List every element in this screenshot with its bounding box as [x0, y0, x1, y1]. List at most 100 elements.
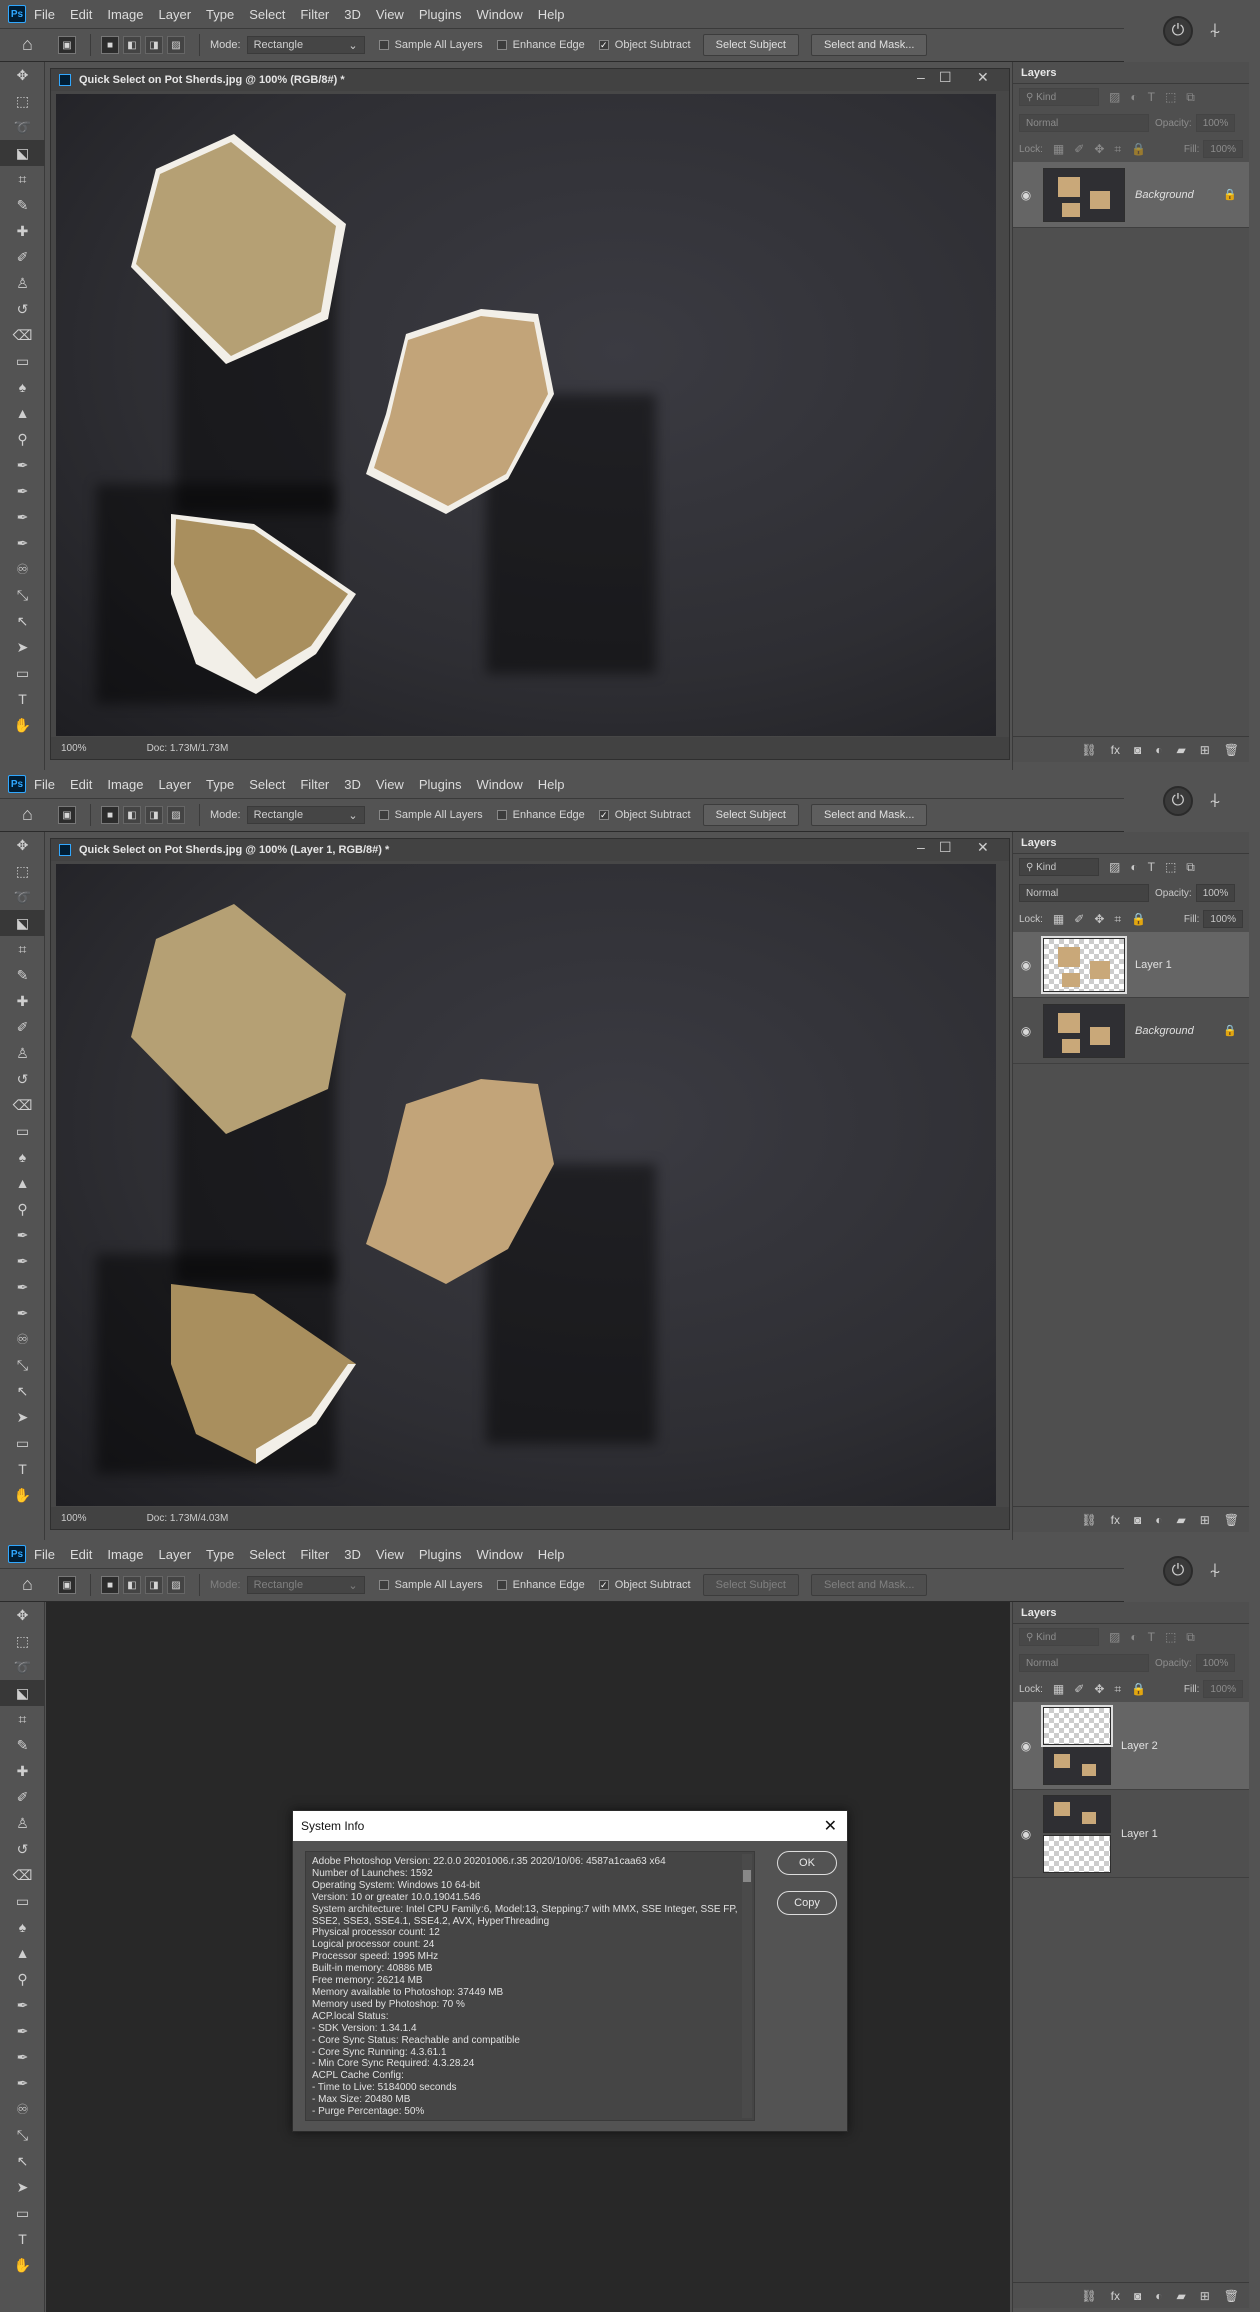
crop-tool-icon[interactable]: ⌗	[0, 936, 45, 962]
maximize-icon[interactable]: ☐	[939, 839, 952, 856]
sharpen-tool-icon[interactable]: ▲	[0, 1170, 45, 1196]
lasso-tool-icon[interactable]: ➰	[0, 884, 45, 910]
adjust-filter-icon[interactable]: ◐	[1130, 1630, 1137, 1644]
tool-preset-icon[interactable]: ▣	[58, 1576, 76, 1594]
lock-move-icon[interactable]: ✥	[1094, 1682, 1104, 1696]
rectangle-tool-icon[interactable]: ▭	[0, 660, 45, 686]
folder-icon[interactable]: ▰	[1176, 743, 1185, 757]
path-select-icon[interactable]: ⤡	[0, 1352, 45, 1378]
menu-view[interactable]: View	[376, 7, 404, 22]
opacity-field[interactable]: 100%	[1195, 884, 1236, 902]
sample-all-layers-checkbox[interactable]: Sample All Layers	[378, 39, 483, 51]
direct-select-icon[interactable]: ↖	[0, 1378, 45, 1404]
power-icon[interactable]: ⏻	[1163, 16, 1193, 46]
sharpen-tool-icon[interactable]: ▲	[0, 1940, 45, 1966]
adjust-filter-icon[interactable]: ◐	[1130, 90, 1137, 104]
lock-paint-icon[interactable]: ✐	[1074, 912, 1084, 926]
new-selection-icon[interactable]: ■	[101, 1576, 119, 1594]
image-filter-icon[interactable]: ▨	[1109, 1630, 1120, 1644]
intersect-selection-icon[interactable]: ▨	[167, 806, 185, 824]
image-filter-icon[interactable]: ▨	[1109, 90, 1120, 104]
pen-tool-icon[interactable]: ✒	[0, 452, 45, 478]
maximize-icon[interactable]: ☐	[939, 69, 952, 86]
stamp-tool-icon[interactable]: ♙	[0, 1040, 45, 1066]
select-subject-button[interactable]: Select Subject	[702, 1574, 799, 1596]
brush-tool-icon[interactable]: ✐	[0, 244, 45, 270]
fx-icon[interactable]: fx	[1111, 1513, 1120, 1527]
opacity-field[interactable]: 100%	[1195, 1654, 1236, 1672]
freeform-pen-icon[interactable]: ✒	[0, 1274, 45, 1300]
type-tool-icon[interactable]: T	[0, 2226, 45, 2252]
close-icon[interactable]: ✕	[977, 69, 989, 86]
menu-type[interactable]: Type	[206, 7, 234, 22]
menu-file[interactable]: File	[34, 1547, 55, 1562]
trash-icon[interactable]: 🗑	[1224, 1513, 1239, 1527]
fill-field[interactable]: 100%	[1203, 140, 1243, 158]
layer-row[interactable]: ◉ Layer 2	[1013, 1702, 1249, 1790]
path-select-icon[interactable]: ⤡	[0, 582, 45, 608]
arrow-tool-icon[interactable]: ➤	[0, 2174, 45, 2200]
visibility-eye-icon[interactable]: ◉	[1013, 1024, 1039, 1038]
add-selection-icon[interactable]: ◧	[123, 36, 141, 54]
lasso-tool-icon[interactable]: ➰	[0, 1654, 45, 1680]
pen-pressure-icon[interactable]: ⍭	[1209, 20, 1221, 43]
layers-tab[interactable]: Layers	[1013, 832, 1249, 854]
select-and-mask-button[interactable]: Select and Mask...	[810, 1574, 928, 1596]
crop-tool-icon[interactable]: ⌗	[0, 166, 45, 192]
menu-layer[interactable]: Layer	[159, 1547, 192, 1562]
opacity-field[interactable]: 100%	[1195, 114, 1236, 132]
dodge-tool-icon[interactable]: ⚲	[0, 1966, 45, 1992]
content-aware-move-icon[interactable]: ♾	[0, 1326, 45, 1352]
direct-select-icon[interactable]: ↖	[0, 2148, 45, 2174]
shape-filter-icon[interactable]: ⬚	[1165, 860, 1176, 874]
eyedropper-tool-icon[interactable]: ✎	[0, 962, 45, 988]
rectangle-tool-icon[interactable]: ▭	[0, 1430, 45, 1456]
smart-filter-icon[interactable]: ⧉	[1186, 1630, 1195, 1645]
new-selection-icon[interactable]: ■	[101, 806, 119, 824]
tool-preset-icon[interactable]: ▣	[58, 806, 76, 824]
menu-image[interactable]: Image	[107, 1547, 143, 1562]
object-subtract-checkbox[interactable]: ✓ Object Subtract	[598, 809, 691, 821]
adjustment-icon[interactable]: ◐	[1155, 2289, 1162, 2303]
lock-all-icon[interactable]: 🔒	[1131, 912, 1146, 926]
adjustment-icon[interactable]: ◐	[1155, 743, 1162, 757]
menu-3d[interactable]: 3D	[344, 777, 361, 792]
lock-paint-icon[interactable]: ✐	[1074, 142, 1084, 156]
fx-icon[interactable]: fx	[1111, 743, 1120, 757]
add-anchor-icon[interactable]: ✒	[0, 530, 45, 556]
menu-image[interactable]: Image	[107, 777, 143, 792]
arrow-tool-icon[interactable]: ➤	[0, 1404, 45, 1430]
menu-help[interactable]: Help	[538, 7, 565, 22]
type-filter-icon[interactable]: T	[1148, 90, 1155, 104]
close-icon[interactable]: ✕	[824, 1816, 837, 1836]
menu-window[interactable]: Window	[476, 777, 522, 792]
lock-artboard-icon[interactable]: ⌗	[1114, 1682, 1121, 1697]
arrow-tool-icon[interactable]: ➤	[0, 634, 45, 660]
curvature-pen-icon[interactable]: ✒	[0, 478, 45, 504]
fill-field[interactable]: 100%	[1203, 910, 1243, 928]
move-tool-icon[interactable]: ✥	[0, 62, 45, 88]
menu-help[interactable]: Help	[538, 1547, 565, 1562]
menu-window[interactable]: Window	[476, 7, 522, 22]
menu-edit[interactable]: Edit	[70, 777, 92, 792]
healing-tool-icon[interactable]: ✚	[0, 218, 45, 244]
add-anchor-icon[interactable]: ✒	[0, 2070, 45, 2096]
menu-plugins[interactable]: Plugins	[419, 7, 462, 22]
pen-tool-icon[interactable]: ✒	[0, 1222, 45, 1248]
image-canvas[interactable]	[56, 94, 996, 736]
healing-tool-icon[interactable]: ✚	[0, 988, 45, 1014]
menu-filter[interactable]: Filter	[300, 7, 329, 22]
shape-filter-icon[interactable]: ⬚	[1165, 90, 1176, 104]
document-tab[interactable]: Quick Select on Pot Sherds.jpg @ 100% (L…	[51, 839, 1009, 861]
adjust-filter-icon[interactable]: ◐	[1130, 860, 1137, 874]
system-info-text[interactable]: Adobe Photoshop Version: 22.0.0 20201006…	[305, 1851, 755, 2121]
marquee-tool-icon[interactable]: ⬚	[0, 1628, 45, 1654]
lock-transparent-icon[interactable]: ▦	[1053, 912, 1064, 926]
zoom-level[interactable]: 100%	[61, 1513, 87, 1524]
subtract-selection-icon[interactable]: ◨	[145, 1576, 163, 1594]
pen-pressure-icon[interactable]: ⍭	[1209, 1560, 1221, 1583]
enhance-edge-checkbox[interactable]: Enhance Edge	[496, 1579, 585, 1591]
link-icon[interactable]: ⛓	[1081, 2289, 1096, 2303]
smart-filter-icon[interactable]: ⧉	[1186, 860, 1195, 875]
move-tool-icon[interactable]: ✥	[0, 832, 45, 858]
